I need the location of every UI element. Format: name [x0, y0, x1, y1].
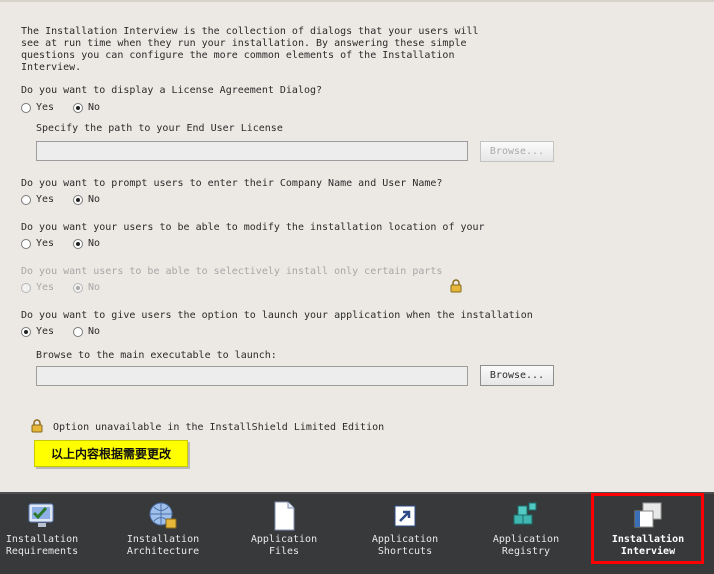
radio-dot	[73, 282, 83, 293]
radio-dot	[21, 194, 31, 205]
radio-dot	[21, 282, 31, 293]
question-launch-app: Do you want to give users the option to …	[21, 310, 533, 321]
nav-installation-architecture[interactable]: Installation Architecture	[120, 494, 206, 572]
nav-label: Application Shortcuts	[371, 534, 439, 557]
nav-application-shortcuts[interactable]: Application Shortcuts	[365, 494, 445, 572]
intro-text: The Installation Interview is the collec…	[21, 26, 479, 73]
company-yes-radio[interactable]: Yes	[21, 194, 54, 205]
globe-lock-icon	[149, 502, 177, 529]
launch-yes-radio[interactable]: Yes	[21, 326, 54, 337]
nav-installation-requirements[interactable]: Installation Requirements	[0, 494, 84, 572]
nav-label: Application Files	[250, 534, 318, 557]
license-path-label: Specify the path to your End User Licens…	[36, 123, 283, 134]
question-license: Do you want to display a License Agreeme…	[21, 85, 323, 96]
document-icon	[274, 501, 295, 531]
license-no-radio[interactable]: No	[73, 102, 100, 113]
license-yes-radio[interactable]: Yes	[21, 102, 54, 113]
launch-no-radio[interactable]: No	[73, 326, 100, 337]
nav-label: Application Registry	[492, 534, 560, 557]
radio-dot	[73, 102, 83, 113]
dialog-windows-icon	[634, 502, 662, 528]
question-company-name: Do you want to prompt users to enter the…	[21, 178, 443, 189]
radio-dot	[21, 102, 31, 113]
radio-dot	[73, 238, 83, 249]
launch-executable-input[interactable]	[36, 366, 468, 386]
radio-dot	[21, 238, 31, 249]
question-modify-location: Do you want your users to be able to mod…	[21, 222, 485, 233]
company-no-radio[interactable]: No	[73, 194, 100, 205]
question-selective-install: Do you want users to be able to selectiv…	[21, 266, 443, 277]
lock-icon	[31, 419, 43, 433]
lock-icon	[450, 279, 462, 293]
launch-executable-label: Browse to the main executable to launch:	[36, 350, 277, 361]
annotation-callout: 以上内容根据需要更改	[34, 440, 188, 467]
nav-label: Installation Interview	[611, 534, 685, 557]
bottom-nav-bar: Installation Requirements Installation Arc…	[0, 492, 714, 574]
license-browse-button[interactable]: Browse...	[480, 141, 554, 162]
monitor-check-icon	[28, 503, 54, 527]
nav-label: Installation Requirements	[5, 534, 79, 557]
radio-dot	[21, 326, 31, 337]
selective-yes-radio[interactable]: Yes	[21, 282, 54, 293]
nav-application-registry[interactable]: Application Registry	[486, 494, 566, 572]
radio-dot	[73, 194, 83, 205]
launch-browse-button[interactable]: Browse...	[480, 365, 554, 386]
location-yes-radio[interactable]: Yes	[21, 238, 54, 249]
location-no-radio[interactable]: No	[73, 238, 100, 249]
nav-label: Installation Architecture	[126, 534, 200, 557]
nav-application-files[interactable]: Application Files	[244, 494, 324, 572]
top-separator	[0, 0, 714, 2]
unavailable-note: Option unavailable in the InstallShield …	[53, 422, 385, 433]
selective-no-radio[interactable]: No	[73, 282, 100, 293]
shortcut-icon	[394, 505, 416, 527]
radio-dot	[73, 326, 83, 337]
nav-installation-interview[interactable]: Installation Interview	[600, 494, 696, 572]
registry-cubes-icon	[513, 502, 537, 525]
license-path-input[interactable]	[36, 141, 468, 161]
